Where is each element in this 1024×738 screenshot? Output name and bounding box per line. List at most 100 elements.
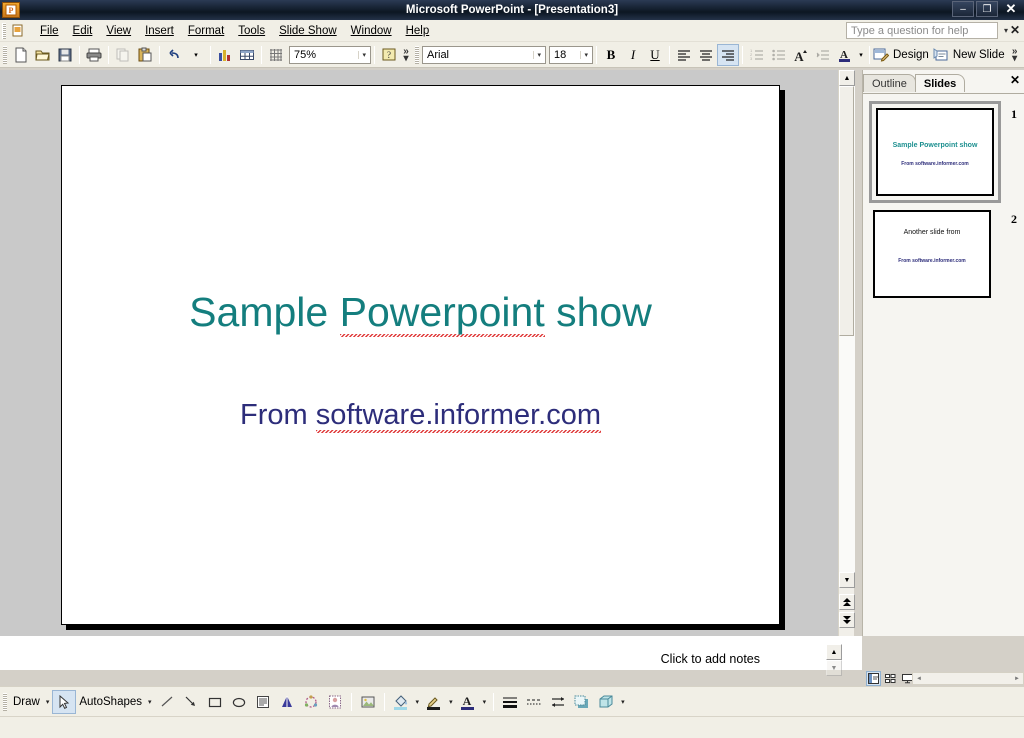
paste-icon[interactable] [134,44,156,66]
new-document-icon[interactable] [10,44,32,66]
print-icon[interactable] [83,44,105,66]
scroll-down-button[interactable]: ▼ [839,572,855,588]
autoshapes-menu-label[interactable]: AutoShapes [76,696,145,708]
text-box-icon[interactable] [251,690,275,714]
diagram-icon[interactable] [299,690,323,714]
3d-style-dropdown-icon[interactable]: ▾ [618,698,628,706]
menu-tools[interactable]: Tools [231,23,272,39]
drawing-toolbar-grip[interactable] [3,692,7,711]
line-icon[interactable] [155,690,179,714]
notes-pane[interactable]: Click to add notes ▲ ▼ [0,636,862,676]
scroll-up-button[interactable]: ▲ [839,70,855,86]
menu-window[interactable]: Window [344,23,399,39]
show-grid-icon[interactable] [265,44,287,66]
document-control-icon[interactable] [9,23,27,39]
wordart-icon[interactable] [275,690,299,714]
formatting-toolbar-overflow[interactable]: » ▾ [1009,46,1021,63]
underline-button[interactable]: U [644,44,666,66]
next-slide-button[interactable] [839,612,855,628]
design-button[interactable]: Design [873,47,933,63]
undo-icon[interactable] [163,44,185,66]
autoshapes-menu-caret-icon[interactable]: ▾ [145,698,155,706]
bold-button[interactable]: B [600,44,622,66]
close-document-button[interactable]: ✕ [1010,23,1020,37]
slide-thumbnail-1[interactable]: Sample Powerpoint show From software.inf… [869,101,1001,203]
open-folder-icon[interactable] [32,44,54,66]
select-arrow-icon[interactable] [52,689,77,714]
font-color-dropdown-icon[interactable]: ▾ [480,698,490,706]
menu-help[interactable]: Help [399,23,437,39]
fill-color-icon[interactable] [389,690,413,714]
scroll-right-button[interactable]: ► [1011,673,1023,684]
copy-icon[interactable] [112,44,134,66]
current-slide[interactable]: Sample Powerpoint show From software.inf… [61,85,780,625]
restore-button[interactable]: ❐ [976,1,998,17]
3d-style-icon[interactable] [594,690,618,714]
increase-font-size-icon[interactable]: A [790,44,812,66]
font-name-combo[interactable]: Arial ▾ [422,45,546,64]
arrow-icon[interactable] [179,690,203,714]
notes-scroll-down-button[interactable]: ▼ [826,660,842,676]
align-left-button[interactable] [673,44,695,66]
slide-thumbnail-2[interactable]: Another slide from From software.informe… [869,206,995,302]
menu-insert[interactable]: Insert [138,23,181,39]
chevron-down-icon[interactable]: ▾ [358,50,368,59]
bullets-button[interactable] [768,44,790,66]
scroll-track[interactable] [839,86,855,572]
previous-slide-button[interactable] [839,594,855,610]
ask-a-question-input[interactable]: Type a question for help [846,22,998,39]
zoom-combo[interactable]: 75% ▾ [289,45,371,64]
menu-view[interactable]: View [99,23,138,39]
font-color-dropdown-icon[interactable]: ▾ [856,44,866,66]
standard-toolbar-overflow[interactable]: » ▾ [400,46,412,63]
notes-scroll-up-button[interactable]: ▲ [826,644,842,660]
menu-grip[interactable] [2,22,6,39]
chevron-down-icon[interactable]: ▾ [533,50,543,59]
draw-menu-label[interactable]: Draw [10,696,43,708]
help-icon[interactable]: ? [378,44,400,66]
minimize-button[interactable]: – [952,1,974,17]
italic-button[interactable]: I [622,44,644,66]
font-color-icon[interactable]: A [834,44,856,66]
insert-chart-icon[interactable] [214,44,236,66]
notes-placeholder[interactable]: Click to add notes [661,652,760,666]
menu-slide-show[interactable]: Slide Show [272,23,344,39]
scroll-left-button[interactable]: ◄ [913,673,925,684]
normal-view-button[interactable] [866,671,881,686]
dash-style-icon[interactable] [522,690,546,714]
slide-subtitle-placeholder[interactable]: From software.informer.com [62,399,779,435]
slide-vertical-scrollbar[interactable]: ▲ ▼ [838,70,855,636]
formatting-toolbar-grip[interactable] [415,45,419,64]
menu-file[interactable]: File [33,23,66,39]
notes-scrollbar[interactable]: ▲ ▼ [826,644,842,680]
tab-outline[interactable]: Outline [863,74,916,92]
save-icon[interactable] [54,44,76,66]
oval-icon[interactable] [227,690,251,714]
menu-edit[interactable]: Edit [66,23,100,39]
new-slide-button[interactable]: New Slide [933,47,1009,63]
draw-menu-caret-icon[interactable]: ▾ [43,698,53,706]
menu-format[interactable]: Format [181,23,231,39]
line-style-icon[interactable] [498,690,522,714]
tab-slides[interactable]: Slides [914,74,966,92]
close-button[interactable]: ✕ [1000,1,1022,17]
close-pane-button[interactable]: ✕ [1010,73,1020,87]
increase-indent-button[interactable] [812,44,834,66]
shadow-style-icon[interactable] [570,690,594,714]
font-size-combo[interactable]: 18 ▾ [549,45,593,64]
insert-table-icon[interactable] [236,44,258,66]
help-dropdown-icon[interactable]: ▾ [1004,26,1008,35]
scroll-thumb[interactable] [839,86,854,336]
slide-title-placeholder[interactable]: Sample Powerpoint show [62,289,779,339]
font-color-icon[interactable]: A [456,690,480,714]
align-center-button[interactable] [695,44,717,66]
undo-dropdown-icon[interactable]: ▾ [185,44,207,66]
standard-toolbar-grip[interactable] [3,45,7,64]
slide-sorter-view-button[interactable] [883,671,898,686]
horizontal-scrollbar[interactable]: ◄ ► [912,672,1024,685]
line-color-icon[interactable] [422,690,446,714]
insert-picture-icon[interactable] [356,690,380,714]
fill-color-dropdown-icon[interactable]: ▾ [413,698,423,706]
rectangle-icon[interactable] [203,690,227,714]
arrow-style-icon[interactable] [546,690,570,714]
